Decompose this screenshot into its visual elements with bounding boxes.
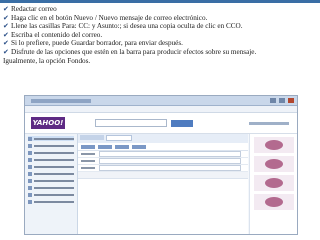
checkmark-icon: ✔ — [3, 30, 9, 39]
checkmark-icon: ✔ — [3, 39, 9, 48]
bullet-item: ✔ Disfrute de las opciones que estén en l… — [3, 48, 317, 57]
folder-icon — [28, 136, 32, 141]
folder-item[interactable] — [28, 178, 74, 183]
folder-item[interactable] — [28, 164, 74, 169]
instruction-list: ✔ Redactar correo ✔ Haga clic en el botón … — [3, 5, 317, 65]
folder-icon — [28, 157, 32, 162]
header-links — [249, 121, 289, 125]
minimize-icon[interactable] — [270, 98, 276, 103]
tab-inbox[interactable] — [80, 135, 104, 140]
bullet-text: Llene las casillas Para: CC: y Asunto:; … — [11, 22, 243, 31]
folder-item[interactable] — [28, 199, 74, 204]
bullet-item: ✔ Redactar correo — [3, 5, 317, 14]
bullet-item: ✔ Si lo prefiere, puede Guardar borrador,… — [3, 39, 317, 48]
folder-icon — [28, 150, 32, 155]
close-icon[interactable] — [288, 98, 294, 103]
ad-image — [265, 159, 283, 169]
checkmark-icon: ✔ — [3, 5, 9, 13]
bullet-item: ✔ Llene las casillas Para: CC: y Asunto:;… — [3, 22, 317, 31]
save-draft-button[interactable] — [98, 144, 112, 149]
ad-banner[interactable] — [254, 137, 294, 153]
cc-row — [78, 158, 248, 165]
folder-icon — [28, 164, 32, 169]
folder-item[interactable] — [28, 143, 74, 148]
folder-item[interactable] — [28, 192, 74, 197]
subject-field[interactable] — [99, 165, 241, 171]
subject-label — [81, 167, 95, 169]
search-input[interactable] — [95, 119, 167, 127]
folder-item[interactable] — [28, 185, 74, 190]
message-body-editor[interactable] — [78, 179, 248, 234]
checkmark-icon: ✔ — [3, 13, 9, 22]
mail-body — [25, 134, 297, 234]
ad-banner[interactable] — [254, 194, 294, 210]
window-title-bar — [25, 96, 297, 106]
tab-new-message[interactable] — [106, 135, 132, 141]
slide-top-bar — [0, 0, 320, 3]
cancel-button[interactable] — [132, 144, 146, 149]
checkmark-icon: ✔ — [3, 22, 9, 31]
ad-image — [265, 197, 283, 207]
compose-action-bar — [78, 143, 248, 151]
yahoo-logo: YAHOO! — [31, 117, 65, 129]
search-button[interactable] — [171, 119, 193, 127]
folder-icon — [28, 178, 32, 183]
email-client-screenshot: YAHOO! — [24, 95, 298, 235]
attach-button[interactable] — [115, 144, 129, 149]
folder-item[interactable] — [28, 150, 74, 155]
ad-banner[interactable] — [254, 156, 294, 172]
mail-tabs — [78, 134, 248, 143]
to-field[interactable] — [99, 151, 241, 157]
bullet-text: Redactar correo — [11, 5, 57, 13]
folder-item[interactable] — [28, 136, 74, 141]
ad-image — [265, 178, 283, 188]
folder-icon — [28, 199, 32, 204]
ad-image — [265, 140, 283, 150]
bullet-text: Escriba el contenido del correo. — [11, 30, 103, 39]
cc-label — [81, 160, 95, 162]
folder-icon — [28, 185, 32, 190]
maximize-icon[interactable] — [279, 98, 285, 103]
mail-header: YAHOO! — [25, 113, 297, 134]
window-title-placeholder — [31, 98, 91, 103]
to-row — [78, 151, 248, 158]
browser-toolbar — [25, 106, 297, 113]
folder-icon — [28, 143, 32, 148]
continuation-text: Igualmente, la opción Fondos. — [3, 56, 91, 65]
bullet-item: ✔ Escriba el contenido del correo. — [3, 31, 317, 40]
folder-item[interactable] — [28, 157, 74, 162]
checkmark-icon: ✔ — [3, 47, 9, 56]
formatting-toolbar[interactable] — [78, 172, 248, 179]
folder-item[interactable] — [28, 171, 74, 176]
folder-sidebar — [25, 134, 78, 234]
bullet-text: Si lo prefiere, puede Guardar borrador, … — [11, 39, 183, 48]
bullet-item: ✔ Haga clic en el botón Nuevo / Nuevo men… — [3, 14, 317, 23]
slide: ✔ Redactar correo ✔ Haga clic en el botón … — [0, 0, 320, 240]
ad-banner[interactable] — [254, 175, 294, 191]
cc-field[interactable] — [99, 158, 241, 164]
subject-row — [78, 165, 248, 172]
to-label — [81, 153, 95, 155]
folder-icon — [28, 171, 32, 176]
compose-pane — [78, 134, 248, 234]
ads-column — [249, 134, 297, 234]
bullet-text: Haga clic en el botón Nuevo / Nuevo mens… — [11, 13, 208, 22]
bullet-text: Disfrute de las opciones que estén en la… — [11, 47, 257, 56]
folder-icon — [28, 192, 32, 197]
send-button[interactable] — [81, 144, 95, 149]
bullet-continuation: Igualmente, la opción Fondos. — [3, 57, 317, 66]
